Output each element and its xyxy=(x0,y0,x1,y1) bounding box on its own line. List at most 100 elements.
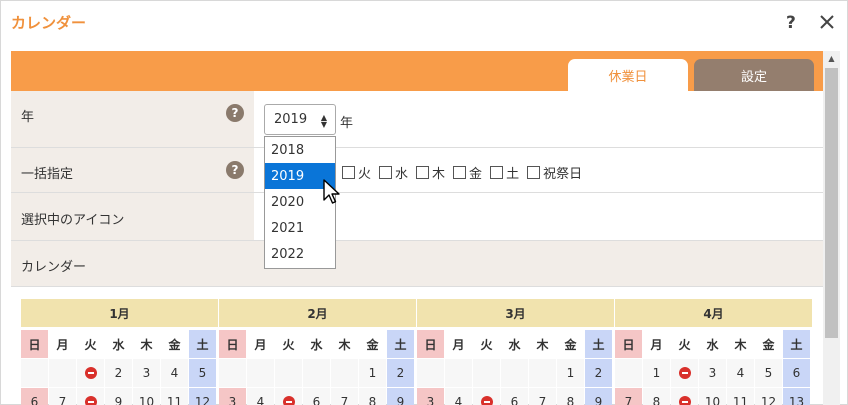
day-cell[interactable]: 3 xyxy=(219,388,246,405)
year-label-cell xyxy=(11,91,254,147)
day-cell[interactable]: 13 xyxy=(783,388,810,405)
checkbox-box[interactable] xyxy=(490,166,504,179)
day-cell[interactable]: 2 xyxy=(585,359,612,387)
weekday-header: 金 xyxy=(359,330,386,358)
day-cell[interactable]: 4 xyxy=(247,388,274,405)
day-cell[interactable]: 3 xyxy=(699,359,726,387)
month-grid: 日月火水木金土12 34 6789 xyxy=(417,330,614,405)
day-cell-holiday[interactable] xyxy=(671,359,698,387)
checkbox-label: 火 xyxy=(358,167,372,182)
day-cell[interactable]: 8 xyxy=(359,388,386,405)
help-question-icon[interactable]: ? xyxy=(226,161,244,179)
day-cell[interactable]: 1 xyxy=(359,359,386,387)
weekday-header: 木 xyxy=(727,330,754,358)
day-cell[interactable]: 11 xyxy=(727,388,754,405)
checkbox-label: 水 xyxy=(395,167,409,182)
months-grid: 1月日月火水木金土 2 3 4 5 6 7 9 10 11 12 2月日月火水木金土 1 2 3 4 6 7 8 9 3… xyxy=(21,299,813,405)
day-cell[interactable]: 6 xyxy=(501,388,528,405)
day-cell[interactable]: 4 xyxy=(445,388,472,405)
calendar-row: カレンダー xyxy=(11,241,823,287)
checkbox-box[interactable] xyxy=(342,166,355,179)
checkbox-label: 金 xyxy=(469,167,483,182)
day-cell-empty xyxy=(501,359,528,387)
checkbox-box[interactable] xyxy=(379,166,393,179)
day-cell[interactable]: 11 xyxy=(161,388,188,405)
help-question-icon[interactable]: ? xyxy=(226,104,244,122)
checkbox-3[interactable]: 金 xyxy=(453,163,482,182)
checkbox-box[interactable] xyxy=(416,166,430,179)
day-cell[interactable]: 4 xyxy=(161,359,188,387)
day-cell[interactable]: 6 xyxy=(303,388,330,405)
day-cell-empty xyxy=(303,359,330,387)
day-cell-empty xyxy=(219,359,246,387)
day-cell[interactable]: 2 xyxy=(387,359,414,387)
scrollbar[interactable]: ▲ xyxy=(823,51,840,405)
checkbox-0[interactable]: 火 xyxy=(342,163,371,182)
day-cell-holiday[interactable] xyxy=(473,388,500,405)
day-cell[interactable]: 1 xyxy=(643,359,670,387)
day-cell-empty xyxy=(473,359,500,387)
year-suffix: 年 xyxy=(340,116,354,131)
weekday-header: 水 xyxy=(501,330,528,358)
day-cell[interactable]: 8 xyxy=(643,388,670,405)
tab-holidays[interactable]: 休業日 xyxy=(568,59,688,91)
day-cell-holiday[interactable] xyxy=(77,388,104,405)
day-cell[interactable]: 6 xyxy=(783,359,810,387)
weekday-header: 火 xyxy=(275,330,302,358)
weekday-header: 木 xyxy=(529,330,556,358)
month-header: 4月 xyxy=(615,299,812,327)
checkbox-label: 土 xyxy=(506,167,520,182)
checkbox-1[interactable]: 水 xyxy=(379,163,408,182)
year-option-2022[interactable]: 2022 xyxy=(265,241,335,267)
day-cell[interactable]: 10 xyxy=(133,388,160,405)
weekday-header: 土 xyxy=(189,330,216,358)
day-cell-holiday[interactable] xyxy=(77,359,104,387)
day-cell[interactable]: 5 xyxy=(189,359,216,387)
calendar-dialog: カレンダー ? 休業日 設定 年 ? 一括指定 ? 選択中のアイコン カレンダー… xyxy=(0,0,848,405)
month-grid: 日月火水木金土 2 3 4 5 6 7 9 10 11 12 xyxy=(21,330,218,405)
day-cell-empty xyxy=(21,359,48,387)
help-icon[interactable]: ? xyxy=(786,15,796,32)
day-cell[interactable]: 9 xyxy=(387,388,414,405)
month-1: 1月日月火水木金土 2 3 4 5 6 7 9 10 11 12 xyxy=(21,299,218,405)
weekday-header: 金 xyxy=(161,330,188,358)
checkbox-4[interactable]: 土 xyxy=(490,163,519,182)
year-option-2021[interactable]: 2021 xyxy=(265,215,335,241)
checkbox-2[interactable]: 木 xyxy=(416,163,445,182)
day-cell[interactable]: 1 xyxy=(557,359,584,387)
scroll-up-icon[interactable]: ▲ xyxy=(823,54,840,66)
checkbox-box[interactable] xyxy=(527,166,541,179)
holiday-icon xyxy=(678,367,691,379)
checkbox-box[interactable] xyxy=(453,166,467,179)
day-cell[interactable]: 7 xyxy=(615,388,642,405)
day-cell[interactable]: 10 xyxy=(699,388,726,405)
day-cell[interactable]: 9 xyxy=(585,388,612,405)
weekday-header: 日 xyxy=(219,330,246,358)
day-cell[interactable]: 7 xyxy=(49,388,76,405)
selected-icon-row: 選択中のアイコン xyxy=(11,193,823,241)
day-cell[interactable]: 2 xyxy=(105,359,132,387)
day-cell[interactable]: 12 xyxy=(189,388,216,405)
year-select[interactable]: 2019 ▲ ▼ xyxy=(264,104,336,135)
day-cell[interactable]: 12 xyxy=(755,388,782,405)
day-cell[interactable]: 7 xyxy=(529,388,556,405)
day-cell-empty xyxy=(331,359,358,387)
day-cell[interactable]: 3 xyxy=(133,359,160,387)
tab-settings[interactable]: 設定 xyxy=(694,59,814,91)
checkbox-5[interactable]: 祝祭日 xyxy=(527,163,582,182)
scroll-thumb[interactable] xyxy=(825,68,838,338)
day-cell[interactable]: 6 xyxy=(21,388,48,405)
holiday-icon xyxy=(282,396,295,405)
day-cell-empty xyxy=(417,359,444,387)
day-cell-holiday[interactable] xyxy=(275,388,302,405)
day-cell[interactable]: 5 xyxy=(755,359,782,387)
day-cell[interactable]: 3 xyxy=(417,388,444,405)
selected-icon-label: 選択中のアイコン xyxy=(21,213,125,228)
close-icon[interactable] xyxy=(817,12,837,32)
day-cell[interactable]: 4 xyxy=(727,359,754,387)
year-option-2018[interactable]: 2018 xyxy=(265,137,335,163)
day-cell[interactable]: 9 xyxy=(105,388,132,405)
day-cell-holiday[interactable] xyxy=(671,388,698,405)
day-cell[interactable]: 8 xyxy=(557,388,584,405)
day-cell[interactable]: 7 xyxy=(331,388,358,405)
